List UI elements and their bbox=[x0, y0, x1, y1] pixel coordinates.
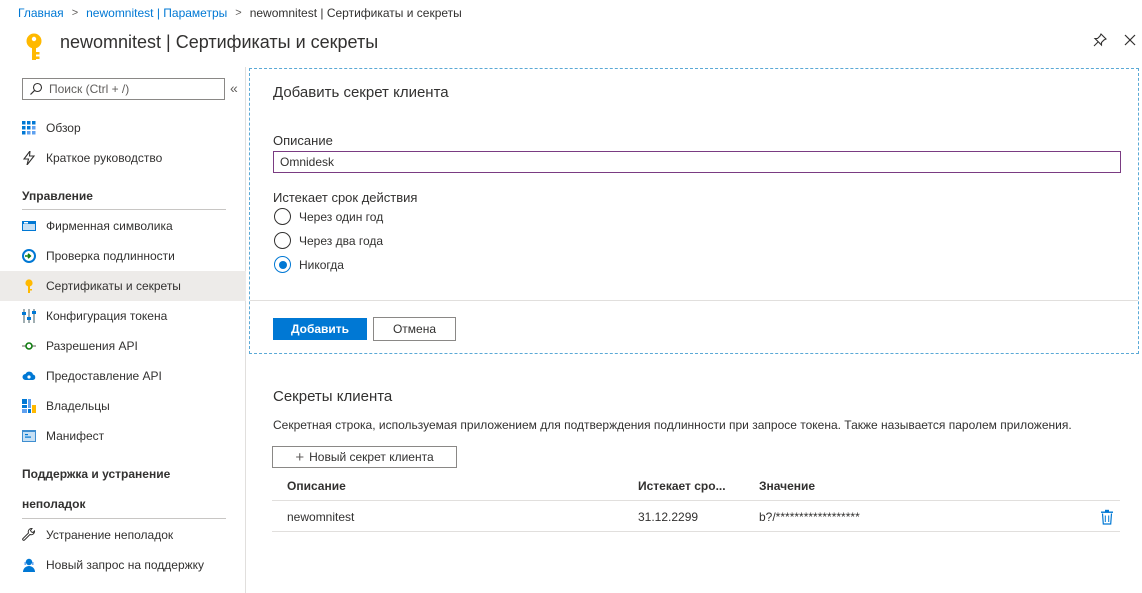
client-secrets-title: Секреты клиента bbox=[273, 388, 393, 405]
section-divider bbox=[22, 518, 226, 519]
pin-icon[interactable] bbox=[1092, 32, 1108, 48]
search-input[interactable] bbox=[49, 82, 219, 96]
sidebar-item-label: Владельцы bbox=[46, 399, 110, 413]
sidebar-search[interactable] bbox=[22, 78, 225, 100]
grid-icon bbox=[22, 121, 36, 135]
sidebar-item-troubleshooting[interactable]: Устранение неполадок bbox=[0, 520, 246, 550]
sidebar-item-label: Конфигурация токена bbox=[46, 309, 168, 323]
column-header-value[interactable]: Значение bbox=[759, 472, 815, 500]
plus-icon: + bbox=[295, 448, 305, 466]
client-secrets-description: Секретная строка, используемая приложени… bbox=[273, 418, 1072, 432]
section-title-manage: Управление bbox=[22, 189, 93, 203]
sidebar-item-manifest[interactable]: Манифест bbox=[0, 421, 246, 451]
sidebar-item-overview[interactable]: Обзор bbox=[0, 113, 246, 143]
sidebar-item-label: Предоставление API bbox=[46, 369, 162, 383]
sidebar-item-label: Сертификаты и секреты bbox=[46, 279, 181, 293]
column-header-description[interactable]: Описание bbox=[287, 472, 346, 500]
radio-label: Через два года bbox=[299, 233, 384, 248]
cancel-button[interactable]: Отмена bbox=[373, 317, 456, 341]
panel-title: Добавить секрет клиента bbox=[273, 84, 449, 101]
breadcrumb-parameters[interactable]: newomnitest | Параметры bbox=[86, 6, 227, 20]
page-title: newomnitest | Сертификаты и секреты bbox=[60, 32, 379, 52]
api-permission-icon bbox=[22, 339, 36, 353]
radio-button[interactable] bbox=[274, 208, 291, 225]
wrench-icon bbox=[22, 528, 36, 542]
search-icon bbox=[30, 82, 43, 95]
secret-value: b?/****************** bbox=[759, 509, 860, 524]
sidebar-item-expose-api[interactable]: Предоставление API bbox=[0, 361, 246, 391]
description-label: Описание bbox=[273, 133, 333, 148]
blade-header: newomnitest | Сертификаты и секреты bbox=[0, 22, 1142, 64]
sidebar-item-label: Обзор bbox=[46, 121, 81, 135]
breadcrumb-current: newomnitest | Сертификаты и секреты bbox=[249, 6, 462, 20]
button-label: Новый секрет клиента bbox=[309, 450, 434, 464]
secret-expires: 31.12.2299 bbox=[638, 509, 699, 524]
sidebar-item-label: Разрешения API bbox=[46, 339, 138, 353]
sidebar-item-api-permissions[interactable]: Разрешения API bbox=[0, 331, 246, 361]
add-secret-panel: Добавить секрет клиента Описание Истекае… bbox=[249, 68, 1139, 354]
new-client-secret-button[interactable]: + Новый секрет клиента bbox=[272, 446, 457, 468]
cloud-icon bbox=[22, 369, 36, 383]
key-icon bbox=[22, 279, 36, 293]
radio-two-years[interactable]: Через два года bbox=[274, 232, 383, 249]
owners-icon bbox=[22, 399, 36, 413]
authentication-icon bbox=[22, 249, 36, 263]
sidebar-item-new-support-request[interactable]: Новый запрос на поддержку bbox=[0, 550, 246, 580]
radio-one-year[interactable]: Через один год bbox=[274, 208, 383, 225]
branding-icon bbox=[22, 219, 36, 233]
sidebar-item-authentication[interactable]: Проверка подлинности bbox=[0, 241, 246, 271]
manifest-icon bbox=[22, 429, 36, 443]
breadcrumb-home[interactable]: Главная bbox=[18, 6, 64, 20]
chevron-right-icon: > bbox=[235, 7, 242, 19]
table-row: newomnitest 31.12.2299 b?/**************… bbox=[272, 502, 1120, 532]
sidebar-item-label: Новый запрос на поддержку bbox=[46, 558, 205, 572]
column-header-expires[interactable]: Истекает сро... bbox=[638, 472, 726, 500]
panel-divider bbox=[250, 300, 1138, 301]
support-person-icon bbox=[22, 558, 36, 572]
section-title-support-cont: неполадок bbox=[22, 497, 86, 511]
breadcrumb: Главная > newomnitest | Параметры > newo… bbox=[18, 5, 462, 21]
chevron-right-icon: > bbox=[71, 7, 79, 19]
sidebar-item-label: Манифест bbox=[46, 429, 105, 443]
key-icon bbox=[24, 32, 44, 62]
sidebar-item-token-configuration[interactable]: Конфигурация токена bbox=[0, 301, 246, 331]
radio-button[interactable] bbox=[274, 232, 291, 249]
section-title-support: Поддержка и устранение bbox=[22, 467, 171, 481]
sliders-icon bbox=[22, 309, 36, 323]
sidebar-item-quickstart[interactable]: Краткое руководство bbox=[0, 143, 246, 173]
section-divider bbox=[22, 209, 226, 210]
trash-icon[interactable] bbox=[1099, 509, 1115, 525]
sidebar-item-owners[interactable]: Владельцы bbox=[0, 391, 246, 421]
close-icon[interactable] bbox=[1122, 32, 1138, 48]
radio-button-selected[interactable] bbox=[274, 256, 291, 273]
lightning-icon bbox=[22, 151, 36, 165]
table-header: Описание Истекает сро... Значение bbox=[272, 472, 1120, 501]
sidebar-item-label: Устранение неполадок bbox=[46, 528, 174, 542]
expires-label: Истекает срок действия bbox=[273, 190, 418, 205]
sidebar-item-label: Проверка подлинности bbox=[46, 249, 175, 263]
sidebar-item-label: Фирменная символика bbox=[46, 219, 173, 233]
sidebar: « Обзор Краткое руководство Управление Ф… bbox=[0, 67, 246, 593]
collapse-sidebar-icon[interactable]: « bbox=[230, 80, 238, 96]
add-button[interactable]: Добавить bbox=[273, 318, 367, 340]
sidebar-item-certificates-secrets[interactable]: Сертификаты и секреты bbox=[0, 271, 246, 301]
sidebar-item-branding[interactable]: Фирменная символика bbox=[0, 211, 246, 241]
description-input[interactable] bbox=[273, 151, 1121, 173]
radio-label: Никогда bbox=[299, 257, 344, 272]
radio-label: Через один год bbox=[299, 209, 384, 224]
sidebar-item-label: Краткое руководство bbox=[46, 151, 163, 165]
radio-never[interactable]: Никогда bbox=[274, 256, 344, 273]
secret-description: newomnitest bbox=[287, 509, 355, 524]
